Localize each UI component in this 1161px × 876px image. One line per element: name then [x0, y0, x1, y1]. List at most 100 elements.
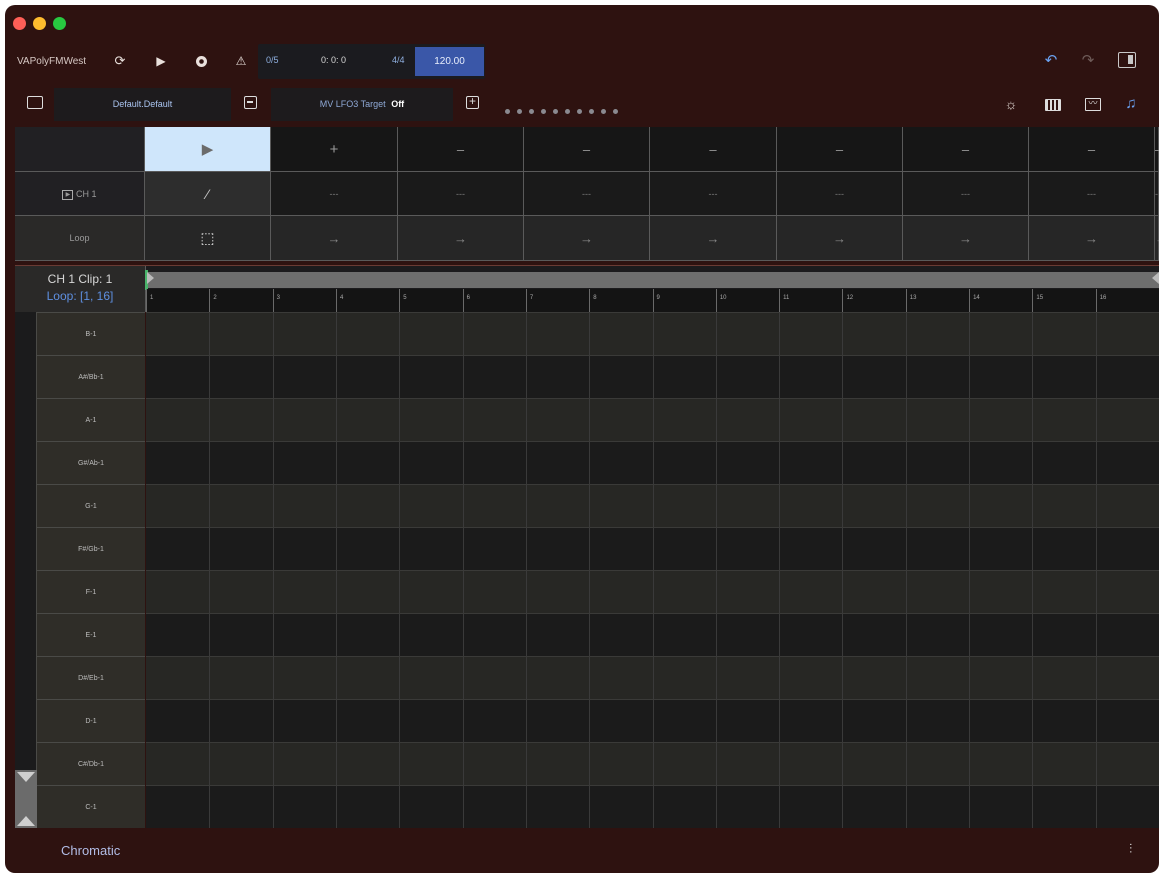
note-label[interactable]: G-1 — [37, 484, 145, 527]
sun-settings-icon[interactable]: ☼ — [1001, 94, 1021, 114]
note-label[interactable]: C-1 — [37, 785, 145, 828]
note-label[interactable]: F#/Gb-1 — [37, 527, 145, 570]
channel-cell[interactable]: ▶ CH 1 — [15, 172, 145, 216]
note-label[interactable]: D-1 — [37, 699, 145, 742]
channel-clip-cell[interactable]: --- — [271, 172, 398, 216]
piano-icon[interactable] — [1045, 99, 1061, 111]
sync-icon[interactable]: ⟳ — [110, 51, 130, 71]
folder-icon[interactable] — [27, 96, 43, 109]
launch-play-cell[interactable]: ▶ — [145, 127, 271, 172]
expand-icon[interactable]: + — [466, 95, 479, 109]
close-window-button[interactable] — [13, 17, 26, 30]
channel-clip-cell[interactable]: --- — [903, 172, 1029, 216]
grid-line — [462, 356, 464, 398]
channel-clip-cell[interactable]: --- — [398, 172, 524, 216]
loop-next-arrow[interactable]: → — [1155, 216, 1159, 261]
grid-line — [399, 700, 401, 742]
grid-line — [779, 743, 781, 785]
scene-cell[interactable]: – — [650, 127, 777, 172]
channel-clip-cell[interactable]: --- — [777, 172, 903, 216]
redo-icon[interactable]: ↷ — [1078, 51, 1098, 71]
grid-line — [779, 313, 781, 355]
note-row[interactable] — [146, 312, 1159, 355]
mod-target-display[interactable]: MV LFO3 Target Off — [271, 88, 453, 121]
scene-cell[interactable]: – — [398, 127, 524, 172]
note-row[interactable] — [146, 527, 1159, 570]
waveform-icon[interactable]: 〰 — [1085, 98, 1101, 111]
mixer-settings-icon[interactable]: ⫶ — [1129, 841, 1132, 857]
scroll-thumb[interactable] — [15, 770, 37, 828]
note-row[interactable] — [146, 484, 1159, 527]
note-row[interactable] — [146, 785, 1159, 828]
preset-name[interactable]: Default.Default — [54, 88, 231, 121]
note-row[interactable] — [146, 613, 1159, 656]
page-dots[interactable] — [505, 101, 625, 119]
notes-icon[interactable]: ♫ — [1121, 94, 1141, 114]
grid-line — [1032, 442, 1034, 484]
metronome-icon[interactable]: ⚠ — [231, 51, 251, 71]
note-label[interactable]: A-1 — [37, 398, 145, 441]
note-row[interactable] — [146, 355, 1159, 398]
channel-clip-cell[interactable]: --- — [1029, 172, 1155, 216]
grid-line — [335, 356, 337, 398]
step-label: 9 — [652, 289, 716, 312]
sidebar-toggle-icon[interactable] — [1118, 52, 1136, 68]
channel-clip-cell[interactable]: --- — [1155, 172, 1159, 287]
loop-next-arrow[interactable]: → — [777, 216, 903, 261]
note-label[interactable]: C#/Db-1 — [37, 742, 145, 785]
loop-next-arrow[interactable]: → — [398, 216, 524, 261]
undo-icon[interactable]: ↶ — [1041, 51, 1061, 71]
grid-line — [399, 614, 401, 656]
collapse-icon[interactable] — [244, 96, 257, 109]
note-label[interactable]: F-1 — [37, 570, 145, 613]
loop-start-handle[interactable] — [147, 272, 154, 284]
channel-clip-active[interactable]: ⁄ — [145, 172, 271, 216]
scene-cell[interactable]: – — [1029, 127, 1155, 172]
scale-selector[interactable]: Chromatic — [61, 843, 120, 858]
loop-next-arrow[interactable]: → — [650, 216, 777, 261]
note-row[interactable] — [146, 570, 1159, 613]
note-label[interactable]: A#/Bb-1 — [37, 355, 145, 398]
piano-roll: CH 1 Clip: 1 Loop: [1, 16] 1 2 3 4 5 6 7 8 9 10 11… — [15, 265, 1159, 828]
minimize-window-button[interactable] — [33, 17, 46, 30]
play-button[interactable]: ▶ — [151, 51, 171, 71]
note-label[interactable]: G#/Ab-1 — [37, 441, 145, 484]
note-label[interactable]: E-1 — [37, 613, 145, 656]
scroll-up-icon[interactable] — [17, 816, 35, 826]
channel-clip-cell[interactable]: --- — [650, 172, 777, 216]
grid-line — [335, 485, 337, 527]
loop-next-arrow[interactable]: → — [903, 216, 1029, 261]
note-row[interactable] — [146, 699, 1159, 742]
grid-line — [335, 614, 337, 656]
scene-cell[interactable]: – — [1155, 127, 1159, 172]
loop-next-arrow[interactable]: → — [524, 216, 650, 261]
note-row[interactable] — [146, 656, 1159, 699]
note-label[interactable]: B-1 — [37, 312, 145, 355]
channel-clip-cell[interactable]: --- — [524, 172, 650, 216]
keyboard-strip[interactable] — [15, 312, 37, 828]
note-label[interactable]: D#/Eb-1 — [37, 656, 145, 699]
scroll-down-icon[interactable] — [17, 772, 35, 782]
grid-line — [905, 485, 907, 527]
note-row[interactable] — [146, 398, 1159, 441]
scene-cell[interactable]: – — [903, 127, 1029, 172]
grid-line — [1095, 786, 1097, 828]
step-ruler[interactable]: 1 2 3 4 5 6 7 8 9 10 11 12 13 14 15 16 — [145, 266, 1159, 312]
note-row[interactable] — [146, 742, 1159, 785]
zoom-window-button[interactable] — [53, 17, 66, 30]
loop-next-arrow[interactable]: → — [271, 216, 398, 261]
note-row[interactable] — [146, 441, 1159, 484]
loop-bar[interactable] — [146, 272, 1159, 288]
scene-cell[interactable]: – — [524, 127, 650, 172]
scene-cell[interactable]: – — [777, 127, 903, 172]
loop-mode-icon[interactable]: ⬚ — [145, 216, 271, 261]
grid-line — [652, 786, 654, 828]
step-label: 4 — [335, 289, 400, 312]
record-button[interactable] — [191, 51, 211, 71]
loop-end-handle[interactable] — [1152, 272, 1159, 284]
time-signature[interactable]: 4/4 — [392, 55, 405, 65]
loop-next-arrow[interactable]: → — [1029, 216, 1155, 261]
add-scene-cell[interactable]: + — [271, 127, 398, 172]
tempo-field[interactable]: 120.00 — [415, 47, 484, 76]
loop-cell[interactable]: Loop — [15, 216, 145, 261]
